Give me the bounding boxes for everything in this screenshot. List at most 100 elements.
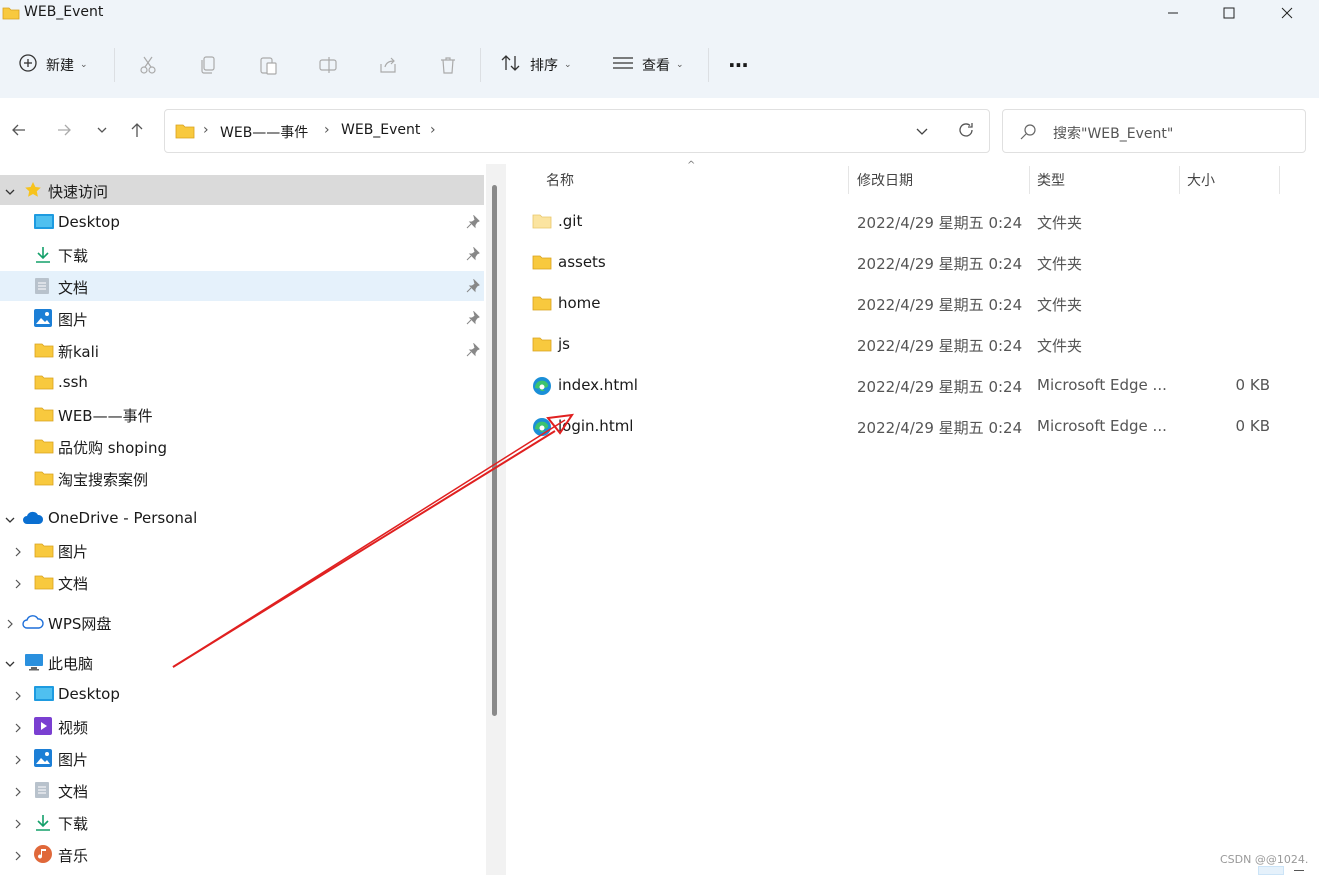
- column-divider[interactable]: [1029, 166, 1030, 194]
- nav-item-folder[interactable]: 图片: [0, 535, 484, 565]
- up-button[interactable]: [124, 117, 150, 143]
- more-options-button[interactable]: ···: [728, 40, 749, 90]
- wps-cloud-icon: [22, 613, 44, 631]
- folder-icon: [34, 541, 54, 559]
- column-header-type[interactable]: 类型: [1037, 164, 1065, 196]
- details-view-toggle[interactable]: [1258, 866, 1284, 875]
- nav-item-folder[interactable]: .ssh: [0, 367, 484, 397]
- sort-ascending-icon: ^: [687, 160, 696, 171]
- nav-item-documents[interactable]: 文档: [0, 775, 484, 805]
- maximize-button[interactable]: [1206, 0, 1252, 26]
- pin-icon[interactable]: [466, 278, 480, 297]
- nav-onedrive[interactable]: OneDrive - Personal: [0, 503, 484, 533]
- download-icon: [34, 813, 52, 831]
- nav-item-pictures[interactable]: 图片: [0, 303, 484, 333]
- chevron-right-icon[interactable]: [12, 816, 24, 829]
- nav-item-documents[interactable]: 文档: [0, 271, 484, 301]
- file-row[interactable]: home 2022/4/29 星期五 0:24 文件夹: [520, 284, 1300, 324]
- column-header-name[interactable]: 名称: [546, 164, 574, 196]
- chevron-down-icon[interactable]: [915, 124, 929, 143]
- nav-quick-access[interactable]: 快速访问: [0, 175, 484, 205]
- file-name: .git: [558, 212, 583, 230]
- pictures-icon: [34, 309, 52, 327]
- nav-item-downloads[interactable]: 下载: [0, 807, 484, 837]
- recent-locations-button[interactable]: [89, 117, 115, 143]
- desktop-icon: [34, 213, 54, 231]
- file-row[interactable]: assets 2022/4/29 星期五 0:24 文件夹: [520, 243, 1300, 283]
- column-header-date[interactable]: 修改日期: [857, 164, 913, 196]
- nav-item-folder[interactable]: 文档: [0, 567, 484, 597]
- nav-item-desktop[interactable]: Desktop: [0, 679, 484, 709]
- cut-icon[interactable]: [136, 53, 160, 77]
- nav-scrollbar-thumb[interactable]: [492, 185, 497, 716]
- delete-icon[interactable]: [436, 53, 460, 77]
- file-row[interactable]: js 2022/4/29 星期五 0:24 文件夹: [520, 325, 1300, 365]
- chevron-down-icon[interactable]: [4, 512, 16, 524]
- nav-this-pc[interactable]: 此电脑: [0, 647, 484, 677]
- file-row[interactable]: .git 2022/4/29 星期五 0:24 文件夹: [520, 202, 1300, 242]
- pin-icon[interactable]: [466, 310, 480, 329]
- back-button[interactable]: [6, 117, 32, 143]
- column-divider[interactable]: [1179, 166, 1180, 194]
- tiles-view-toggle[interactable]: [1294, 870, 1304, 871]
- chevron-right-icon[interactable]: [12, 688, 24, 701]
- column-header-size[interactable]: 大小: [1187, 164, 1215, 196]
- nav-item-pictures[interactable]: 图片: [0, 743, 484, 773]
- folder-icon: [34, 437, 54, 455]
- pin-icon[interactable]: [466, 214, 480, 233]
- nav-wps-cloud[interactable]: WPS网盘: [0, 607, 484, 637]
- share-icon[interactable]: [376, 53, 400, 77]
- nav-item-folder[interactable]: 品优购 shoping: [0, 431, 484, 461]
- nav-item-downloads[interactable]: 下载: [0, 239, 484, 269]
- search-input[interactable]: 搜索"WEB_Event": [1002, 109, 1306, 153]
- chevron-down-icon[interactable]: [4, 184, 16, 196]
- watermark: CSDN @@1024.: [1220, 853, 1309, 866]
- plus-circle-icon: [18, 53, 38, 77]
- divider: [480, 48, 481, 82]
- chevron-right-icon[interactable]: [12, 784, 24, 797]
- nav-item-music[interactable]: 音乐: [0, 839, 484, 869]
- view-button[interactable]: 查看 ⌄: [612, 40, 684, 90]
- nav-item-desktop[interactable]: Desktop: [0, 207, 484, 237]
- nav-label: Desktop: [58, 213, 120, 231]
- nav-item-folder[interactable]: WEB——事件: [0, 399, 484, 429]
- file-type: 文件夹: [1037, 255, 1083, 273]
- new-button[interactable]: 新建 ⌄: [18, 40, 88, 90]
- file-row[interactable]: login.html 2022/4/29 星期五 0:24 Microsoft …: [520, 407, 1300, 447]
- edge-icon: [532, 376, 554, 396]
- file-date: 2022/4/29 星期五 0:24: [857, 378, 1023, 396]
- paste-icon[interactable]: [256, 53, 280, 77]
- chevron-right-icon[interactable]: [12, 720, 24, 733]
- chevron-down-icon[interactable]: [4, 656, 16, 668]
- nav-item-videos[interactable]: 视频: [0, 711, 484, 741]
- nav-item-folder[interactable]: 淘宝搜索案例: [0, 463, 484, 493]
- chevron-right-icon[interactable]: [12, 752, 24, 765]
- file-row[interactable]: index.html 2022/4/29 星期五 0:24 Microsoft …: [520, 366, 1300, 406]
- column-divider[interactable]: [1279, 166, 1280, 194]
- nav-label: 图片: [58, 751, 89, 769]
- column-divider[interactable]: [848, 166, 849, 194]
- rename-icon[interactable]: [316, 53, 340, 77]
- nav-label: 新kali: [58, 343, 99, 361]
- chevron-right-icon[interactable]: [4, 616, 16, 629]
- nav-label: 文档: [58, 575, 89, 593]
- sort-button[interactable]: 排序 ⌄: [500, 40, 572, 90]
- forward-button[interactable]: [51, 117, 77, 143]
- nav-item-folder[interactable]: 新kali: [0, 335, 484, 365]
- desktop-icon: [34, 685, 54, 703]
- address-bar[interactable]: › WEB——事件 › WEB_Event ›: [164, 109, 990, 153]
- refresh-icon[interactable]: [957, 121, 975, 143]
- chevron-right-icon[interactable]: [12, 544, 24, 557]
- pin-icon[interactable]: [466, 246, 480, 265]
- close-button[interactable]: [1264, 0, 1310, 26]
- breadcrumb-item[interactable]: WEB_Event: [341, 122, 420, 138]
- copy-icon[interactable]: [196, 53, 220, 77]
- breadcrumb-item[interactable]: WEB——事件: [220, 122, 308, 142]
- pin-icon[interactable]: [466, 342, 480, 361]
- sort-label: 排序: [530, 58, 558, 74]
- folder-icon: [34, 373, 54, 391]
- nav-label: 图片: [58, 543, 89, 561]
- chevron-right-icon[interactable]: [12, 848, 24, 861]
- chevron-right-icon[interactable]: [12, 576, 24, 589]
- minimize-button[interactable]: [1150, 0, 1196, 26]
